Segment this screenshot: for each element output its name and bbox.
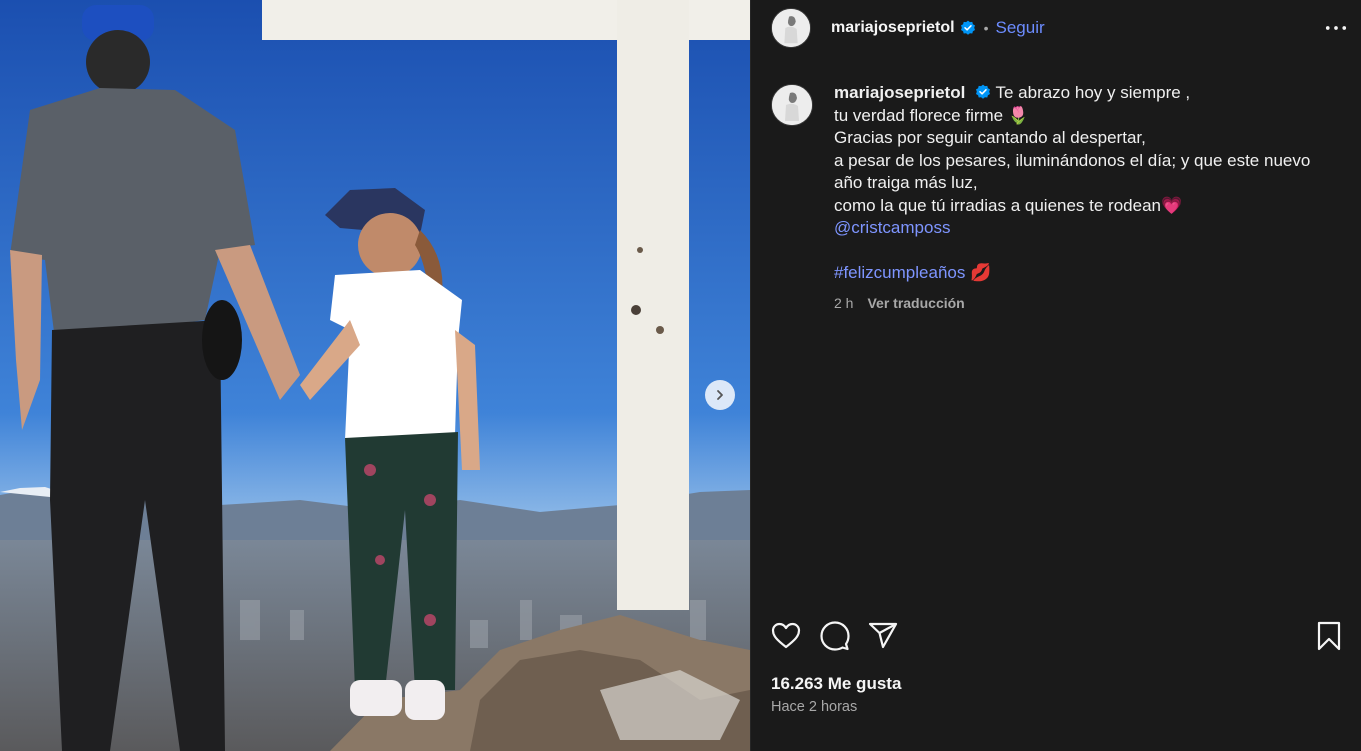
comment-button[interactable] <box>819 620 851 652</box>
share-icon <box>868 622 898 649</box>
save-button[interactable] <box>1313 620 1345 652</box>
hashtag-emoji: 💋 <box>970 263 992 282</box>
caption-line: a pesar de los pesares, iluminándonos el… <box>834 150 1311 170</box>
mention-link[interactable]: @cristcamposs <box>834 217 1334 240</box>
comment-icon <box>820 621 850 651</box>
caption-line: tu verdad florece firme 🌷 <box>834 105 1030 125</box>
profile-photo <box>772 85 812 125</box>
caption-line: Te abrazo hoy y siempre , <box>995 83 1191 102</box>
verified-badge-icon <box>976 84 991 99</box>
caption-first-line: mariajoseprietol Te abrazo hoy y siempre… <box>834 82 1334 105</box>
caption-username-link[interactable]: mariajoseprietol <box>834 83 965 102</box>
profile-photo <box>772 9 810 47</box>
hashtag-line: #felizcumpleaños 💋 <box>834 262 1334 285</box>
caption-time: 2 h <box>834 294 854 311</box>
action-bar <box>771 620 1347 654</box>
follow-button[interactable]: Seguir <box>996 18 1045 38</box>
more-options-button[interactable] <box>1324 18 1348 38</box>
instagram-post: mariajoseprietol • Seguir mariajosepriet… <box>0 0 1361 751</box>
separator-dot: • <box>983 20 989 36</box>
like-button[interactable] <box>770 620 802 652</box>
post-media[interactable] <box>0 0 750 751</box>
share-button[interactable] <box>867 620 899 652</box>
post-timestamp: Hace 2 horas <box>771 699 858 715</box>
heart-icon <box>771 622 801 649</box>
caption-line: año traiga más luz, <box>834 173 978 192</box>
post-header: mariajoseprietol • Seguir <box>751 0 1361 56</box>
caption-line: Gracias por seguir cantando al despertar… <box>834 128 1146 147</box>
post-side-panel: mariajoseprietol • Seguir mariajosepriet… <box>750 0 1361 751</box>
avatar[interactable] <box>771 8 811 48</box>
next-image-button[interactable] <box>705 380 735 410</box>
caption-text: mariajoseprietol Te abrazo hoy y siempre… <box>834 82 1334 314</box>
more-options-icon <box>1325 26 1347 30</box>
bookmark-icon <box>1317 621 1341 651</box>
post-caption: mariajoseprietol Te abrazo hoy y siempre… <box>771 82 1351 314</box>
caption-line: como la que tú irradias a quienes te rod… <box>834 195 1183 215</box>
verified-badge-icon <box>960 20 975 35</box>
chevron-right-icon <box>717 390 723 400</box>
caption-avatar[interactable] <box>771 84 813 126</box>
post-photo <box>0 0 750 751</box>
likes-count[interactable]: 16.263 Me gusta <box>771 674 901 694</box>
caption-meta: 2 h Ver traducción <box>834 292 1334 315</box>
hashtag-link[interactable]: #felizcumpleaños <box>834 263 965 282</box>
username-link[interactable]: mariajoseprietol <box>831 19 955 37</box>
see-translation-button[interactable]: Ver traducción <box>867 292 964 315</box>
